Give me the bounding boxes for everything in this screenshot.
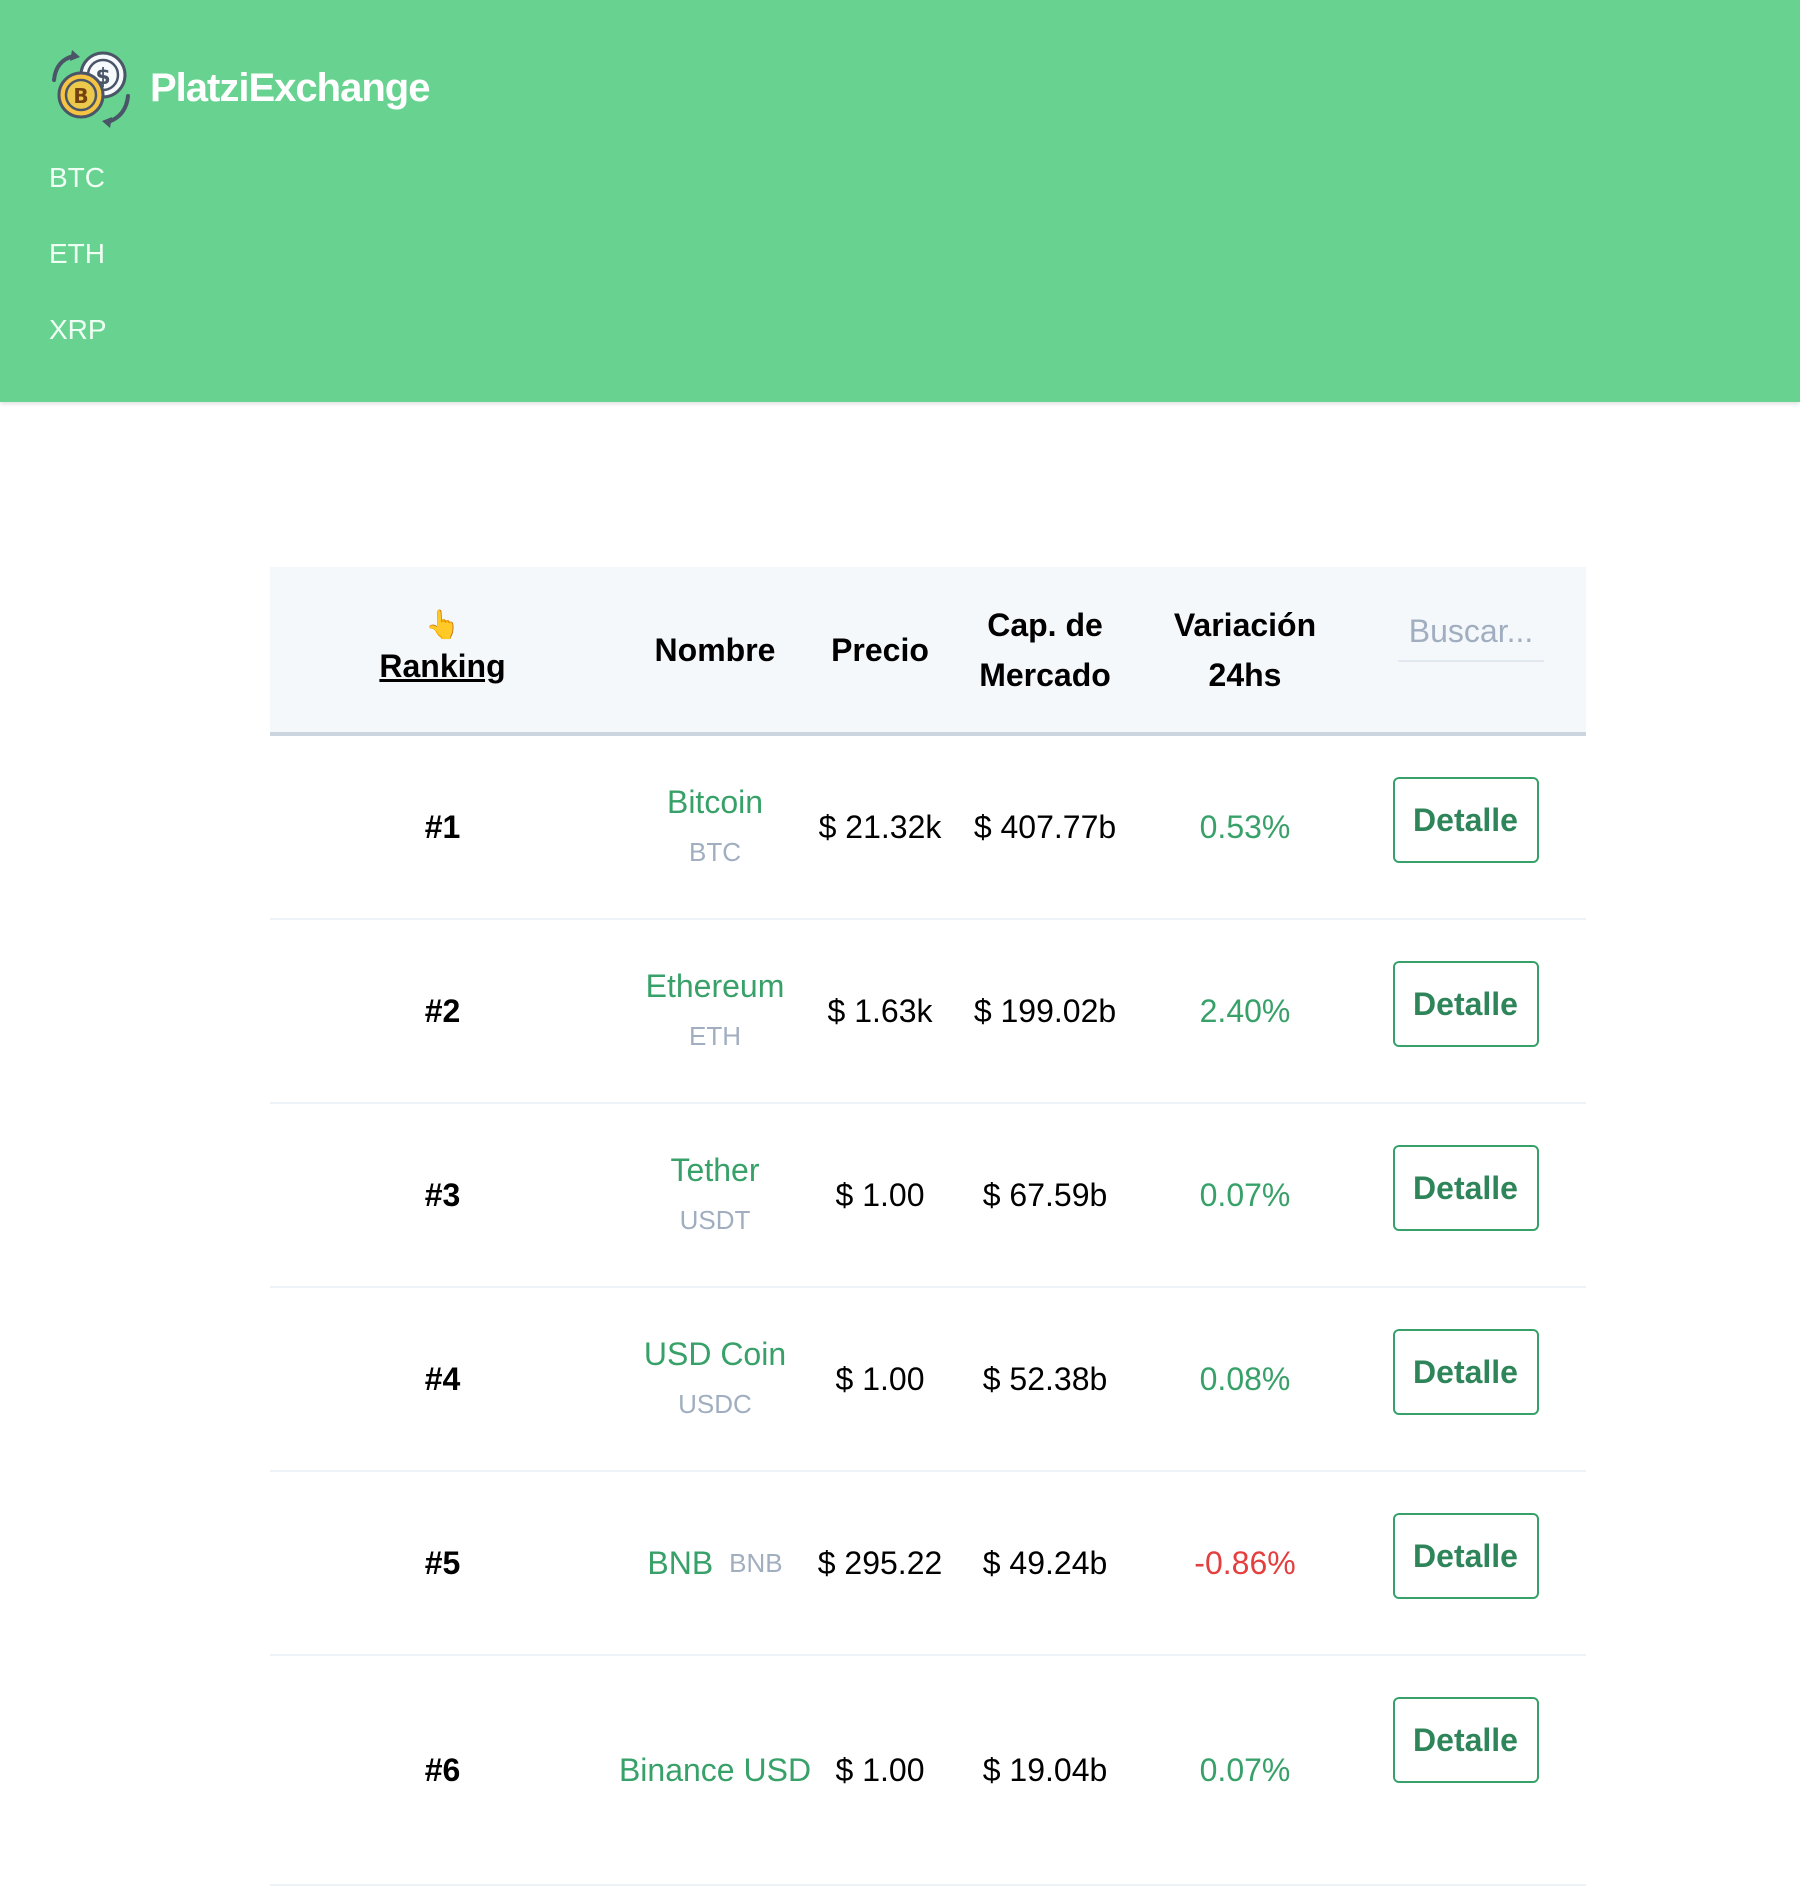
rank-cell: #6: [424, 1752, 461, 1788]
pointing-up-emoji: 👆: [425, 608, 460, 640]
detail-button[interactable]: Detalle: [1392, 1329, 1539, 1415]
name-cell: Binance USD: [615, 1656, 815, 1884]
market-cap-cell: $ 199.02b: [973, 993, 1117, 1029]
table-row: #1 Bitcoin BTC $ 21.32k $ 407.77b 0.53% …: [270, 736, 1586, 920]
rank-cell: #5: [424, 1545, 461, 1581]
rank-cell: #1: [424, 809, 461, 845]
variation-cell: 0.53%: [1199, 809, 1291, 845]
variation-cell: -0.86%: [1194, 1545, 1296, 1581]
table-row: #2 Ethereum ETH $ 1.63k $ 199.02b 2.40% …: [270, 920, 1586, 1104]
column-price-label: Precio: [831, 631, 929, 668]
table-header: 👆 Ranking Nombre Precio Cap. de Mercado …: [270, 567, 1586, 736]
coin-name-link[interactable]: Bitcoin: [667, 777, 763, 827]
brand-title: PlatziExchange: [150, 65, 430, 110]
column-market-cap-line2: Mercado: [979, 656, 1111, 693]
name-cell: BNB BNB: [615, 1472, 815, 1654]
coin-name-link[interactable]: BNB: [647, 1538, 713, 1588]
nav-link-btc[interactable]: BTC: [49, 162, 105, 194]
action-cell: Detalle: [1345, 920, 1586, 1102]
action-cell: Detalle: [1345, 1472, 1586, 1654]
column-market-cap-line1: Cap. de: [987, 606, 1103, 643]
name-cell: Ethereum ETH: [615, 920, 815, 1102]
column-price: Precio: [815, 567, 945, 732]
action-cell: Detalle: [1345, 1288, 1586, 1470]
name-cell: Tether USDT: [615, 1104, 815, 1286]
market-cap-cell: $ 49.24b: [982, 1545, 1108, 1581]
coin-symbol: USDC: [678, 1389, 752, 1419]
detail-button[interactable]: Detalle: [1392, 1145, 1539, 1231]
action-cell: Detalle: [1345, 736, 1586, 918]
variation-cell: 0.07%: [1199, 1177, 1291, 1213]
price-cell: $ 1.00: [835, 1752, 925, 1788]
coin-name-link[interactable]: Binance USD: [619, 1745, 811, 1795]
table-row: #4 USD Coin USDC $ 1.00 $ 52.38b 0.08% D…: [270, 1288, 1586, 1472]
column-market-cap: Cap. de Mercado: [945, 567, 1145, 732]
coin-exchange-icon: $ B: [52, 50, 130, 128]
price-cell: $ 295.22: [817, 1545, 943, 1581]
coin-name-link[interactable]: Ethereum: [646, 961, 785, 1011]
detail-button[interactable]: Detalle: [1392, 777, 1539, 863]
name-cell: Bitcoin BTC: [615, 736, 815, 918]
table-row: #3 Tether USDT $ 1.00 $ 67.59b 0.07% Det…: [270, 1104, 1586, 1288]
column-ranking-label[interactable]: Ranking: [379, 641, 505, 691]
coin-name-link[interactable]: USD Coin: [644, 1329, 786, 1379]
column-variation-line2: 24hs: [1208, 656, 1282, 693]
action-cell: Detalle: [1345, 1104, 1586, 1286]
rank-cell: #3: [424, 1177, 461, 1213]
assets-table: 👆 Ranking Nombre Precio Cap. de Mercado …: [270, 567, 1586, 1886]
svg-text:B: B: [73, 84, 88, 108]
detail-button[interactable]: Detalle: [1392, 1513, 1539, 1599]
market-cap-cell: $ 67.59b: [982, 1177, 1108, 1213]
market-cap-cell: $ 52.38b: [982, 1361, 1108, 1397]
column-variation: Variación 24hs: [1145, 567, 1345, 732]
market-cap-cell: $ 407.77b: [973, 809, 1117, 845]
market-cap-cell: $ 19.04b: [982, 1752, 1108, 1788]
action-cell: Detalle: [1345, 1656, 1586, 1838]
rank-cell: #2: [424, 993, 461, 1029]
nav-link-xrp[interactable]: XRP: [49, 314, 107, 346]
price-cell: $ 1.00: [835, 1361, 925, 1397]
coin-name-link[interactable]: Tether: [671, 1145, 760, 1195]
variation-cell: 0.07%: [1199, 1752, 1291, 1788]
column-variation-line1: Variación: [1173, 606, 1317, 643]
price-cell: $ 21.32k: [818, 809, 942, 845]
name-cell: USD Coin USDC: [615, 1288, 815, 1470]
detail-button[interactable]: Detalle: [1392, 961, 1539, 1047]
column-ranking[interactable]: 👆 Ranking: [270, 567, 615, 732]
brand[interactable]: $ B PlatziExchange: [48, 48, 430, 128]
nav-link-eth[interactable]: ETH: [49, 238, 105, 270]
coin-symbol: ETH: [689, 1021, 741, 1051]
coin-symbol: USDT: [679, 1205, 751, 1235]
search-input[interactable]: [1398, 602, 1544, 662]
column-name-label: Nombre: [654, 631, 776, 668]
table-row: #5 BNB BNB $ 295.22 $ 49.24b -0.86% Deta…: [270, 1472, 1586, 1656]
variation-cell: 2.40%: [1199, 993, 1291, 1029]
price-cell: $ 1.63k: [827, 993, 933, 1029]
column-name: Nombre: [615, 567, 815, 732]
coin-symbol: BTC: [689, 837, 741, 867]
price-cell: $ 1.00: [835, 1177, 925, 1213]
detail-button[interactable]: Detalle: [1392, 1697, 1539, 1783]
app-header: $ B PlatziExchange BTC ETH XRP: [0, 0, 1800, 402]
rank-cell: #4: [424, 1361, 461, 1397]
variation-cell: 0.08%: [1199, 1361, 1291, 1397]
table-row: #6 Binance USD $ 1.00 $ 19.04b 0.07% Det…: [270, 1656, 1586, 1886]
coin-symbol: BNB: [729, 1548, 783, 1578]
